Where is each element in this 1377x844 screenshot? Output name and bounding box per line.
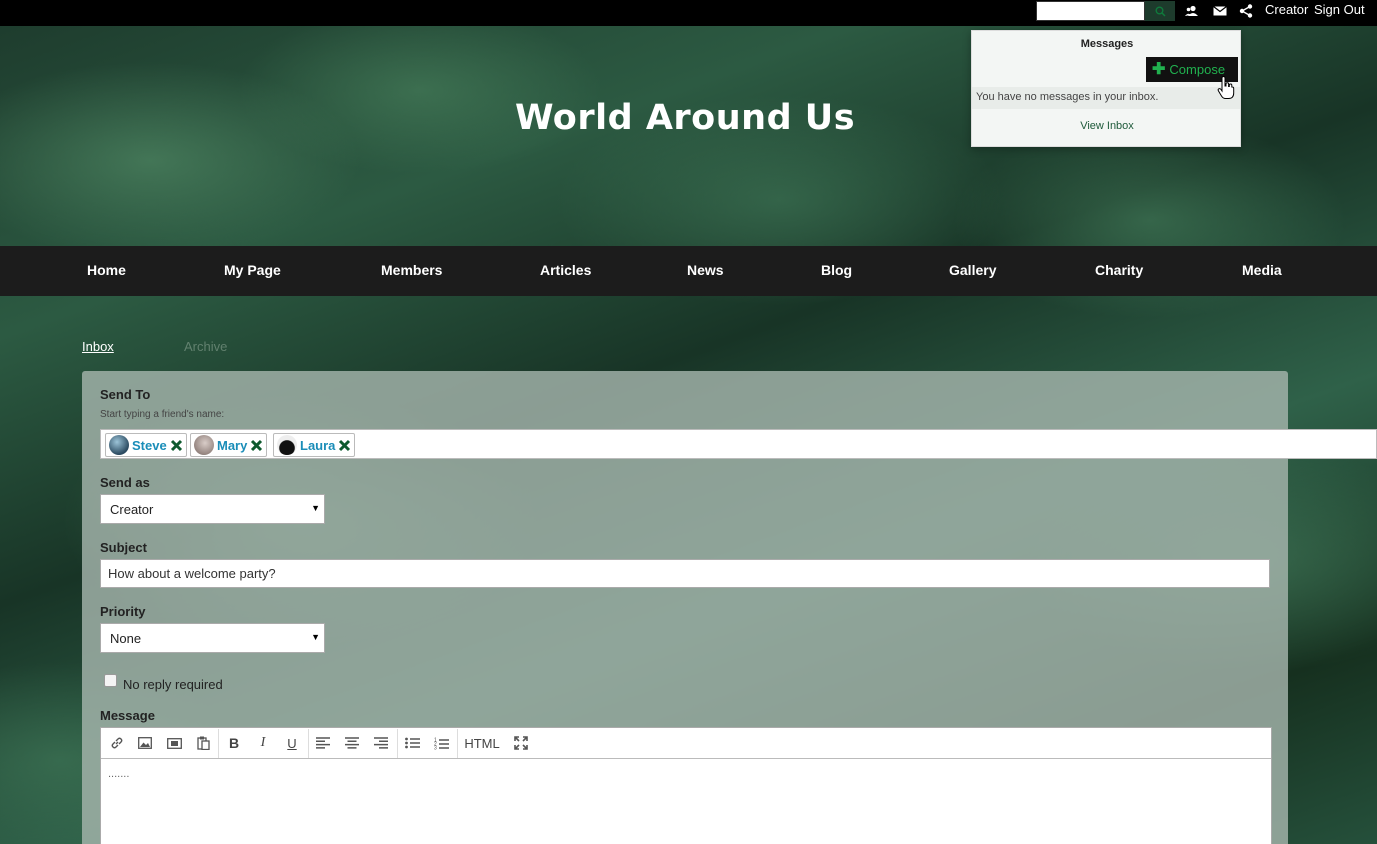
mail-icon[interactable] bbox=[1212, 3, 1228, 19]
align-center-icon[interactable] bbox=[342, 734, 362, 752]
hand-pointer-icon bbox=[1217, 76, 1235, 99]
subject-input[interactable]: How about a welcome party? bbox=[100, 559, 1270, 588]
messages-popup-title: Messages bbox=[1080, 38, 1134, 50]
bold-icon[interactable]: B bbox=[224, 734, 244, 752]
recipient-name[interactable]: Steve bbox=[132, 438, 167, 453]
recipient-chip: Steve bbox=[105, 433, 187, 457]
tab-archive[interactable]: Archive bbox=[184, 339, 227, 354]
messages-popup: Messages ✚ Compose You have no messages … bbox=[971, 30, 1241, 147]
send-to-hint: Start typing a friend's name: bbox=[100, 409, 225, 420]
recipient-chip: Mary bbox=[190, 433, 268, 457]
dropdown-arrow-icon: ▼ bbox=[311, 503, 320, 513]
toolbar-divider bbox=[308, 729, 309, 758]
editor-toolbar: B I U 123 HTML bbox=[101, 728, 1271, 759]
no-reply-label: No reply required bbox=[123, 677, 223, 692]
html-mode-button[interactable]: HTML bbox=[464, 734, 499, 752]
nav-my-page[interactable]: My Page bbox=[224, 262, 281, 278]
link-icon[interactable] bbox=[107, 734, 127, 752]
nav-articles[interactable]: Articles bbox=[540, 262, 591, 278]
share-icon[interactable] bbox=[1238, 3, 1254, 19]
send-as-label: Send as bbox=[100, 475, 150, 490]
image-icon[interactable] bbox=[135, 734, 155, 752]
recipient-chip: Laura bbox=[273, 433, 356, 457]
no-messages-text: You have no messages in your inbox. bbox=[972, 87, 1240, 109]
friends-icon[interactable] bbox=[1184, 3, 1200, 19]
nav-charity[interactable]: Charity bbox=[1095, 262, 1143, 278]
toolbar-divider bbox=[397, 729, 398, 758]
avatar bbox=[277, 435, 297, 455]
plus-icon: ✚ bbox=[1152, 60, 1166, 78]
user-link[interactable]: Creator bbox=[1265, 2, 1308, 18]
remove-recipient-icon[interactable] bbox=[250, 439, 263, 452]
remove-recipient-icon[interactable] bbox=[170, 439, 183, 452]
bullet-list-icon[interactable] bbox=[402, 734, 422, 752]
recipient-name[interactable]: Laura bbox=[300, 438, 335, 453]
nav-news[interactable]: News bbox=[687, 262, 724, 278]
align-right-icon[interactable] bbox=[371, 734, 391, 752]
video-icon[interactable] bbox=[164, 734, 184, 752]
remove-recipient-icon[interactable] bbox=[338, 439, 351, 452]
send-as-select[interactable]: Creator ▼ bbox=[100, 494, 325, 524]
no-reply-checkbox[interactable] bbox=[104, 674, 117, 687]
tab-inbox[interactable]: Inbox bbox=[82, 339, 114, 354]
message-label: Message bbox=[100, 708, 155, 723]
send-to-label: Send To bbox=[100, 387, 151, 402]
recipient-name[interactable]: Mary bbox=[217, 438, 247, 453]
search-icon bbox=[1155, 6, 1166, 17]
nav-home[interactable]: Home bbox=[87, 262, 126, 278]
priority-label: Priority bbox=[100, 604, 146, 619]
dropdown-arrow-icon: ▼ bbox=[311, 632, 320, 642]
view-inbox-link[interactable]: View Inbox bbox=[972, 120, 1242, 132]
signout-link[interactable]: Sign Out bbox=[1314, 2, 1365, 18]
avatar bbox=[109, 435, 129, 455]
top-search-button[interactable] bbox=[1145, 1, 1175, 21]
compose-label: Compose bbox=[1169, 62, 1226, 77]
nav-blog[interactable]: Blog bbox=[821, 262, 852, 278]
send-as-value: Creator bbox=[110, 502, 154, 517]
italic-icon[interactable]: I bbox=[253, 734, 273, 752]
svg-text:3: 3 bbox=[434, 745, 437, 750]
priority-value: None bbox=[110, 631, 142, 646]
align-left-icon[interactable] bbox=[313, 734, 333, 752]
paste-icon[interactable] bbox=[193, 734, 213, 752]
underline-icon[interactable]: U bbox=[282, 734, 302, 752]
message-body[interactable]: ....... bbox=[108, 768, 129, 780]
nav-media[interactable]: Media bbox=[1242, 262, 1282, 278]
top-search-input[interactable] bbox=[1036, 1, 1145, 21]
numbered-list-icon[interactable]: 123 bbox=[431, 734, 451, 752]
avatar bbox=[194, 435, 214, 455]
subject-label: Subject bbox=[100, 540, 147, 555]
top-bar: Creator Sign Out bbox=[0, 0, 1377, 26]
toolbar-divider bbox=[218, 729, 219, 758]
priority-select[interactable]: None ▼ bbox=[100, 623, 325, 653]
nav-gallery[interactable]: Gallery bbox=[949, 262, 996, 278]
toolbar-divider bbox=[457, 729, 458, 758]
recipients-input[interactable]: Steve Mary Laura bbox=[100, 429, 1377, 459]
nav-members[interactable]: Members bbox=[381, 262, 442, 278]
main-nav: Home My Page Members Articles News Blog … bbox=[0, 246, 1377, 296]
fullscreen-icon[interactable] bbox=[511, 734, 531, 752]
message-editor: B I U 123 HTML ....... bbox=[100, 727, 1272, 844]
